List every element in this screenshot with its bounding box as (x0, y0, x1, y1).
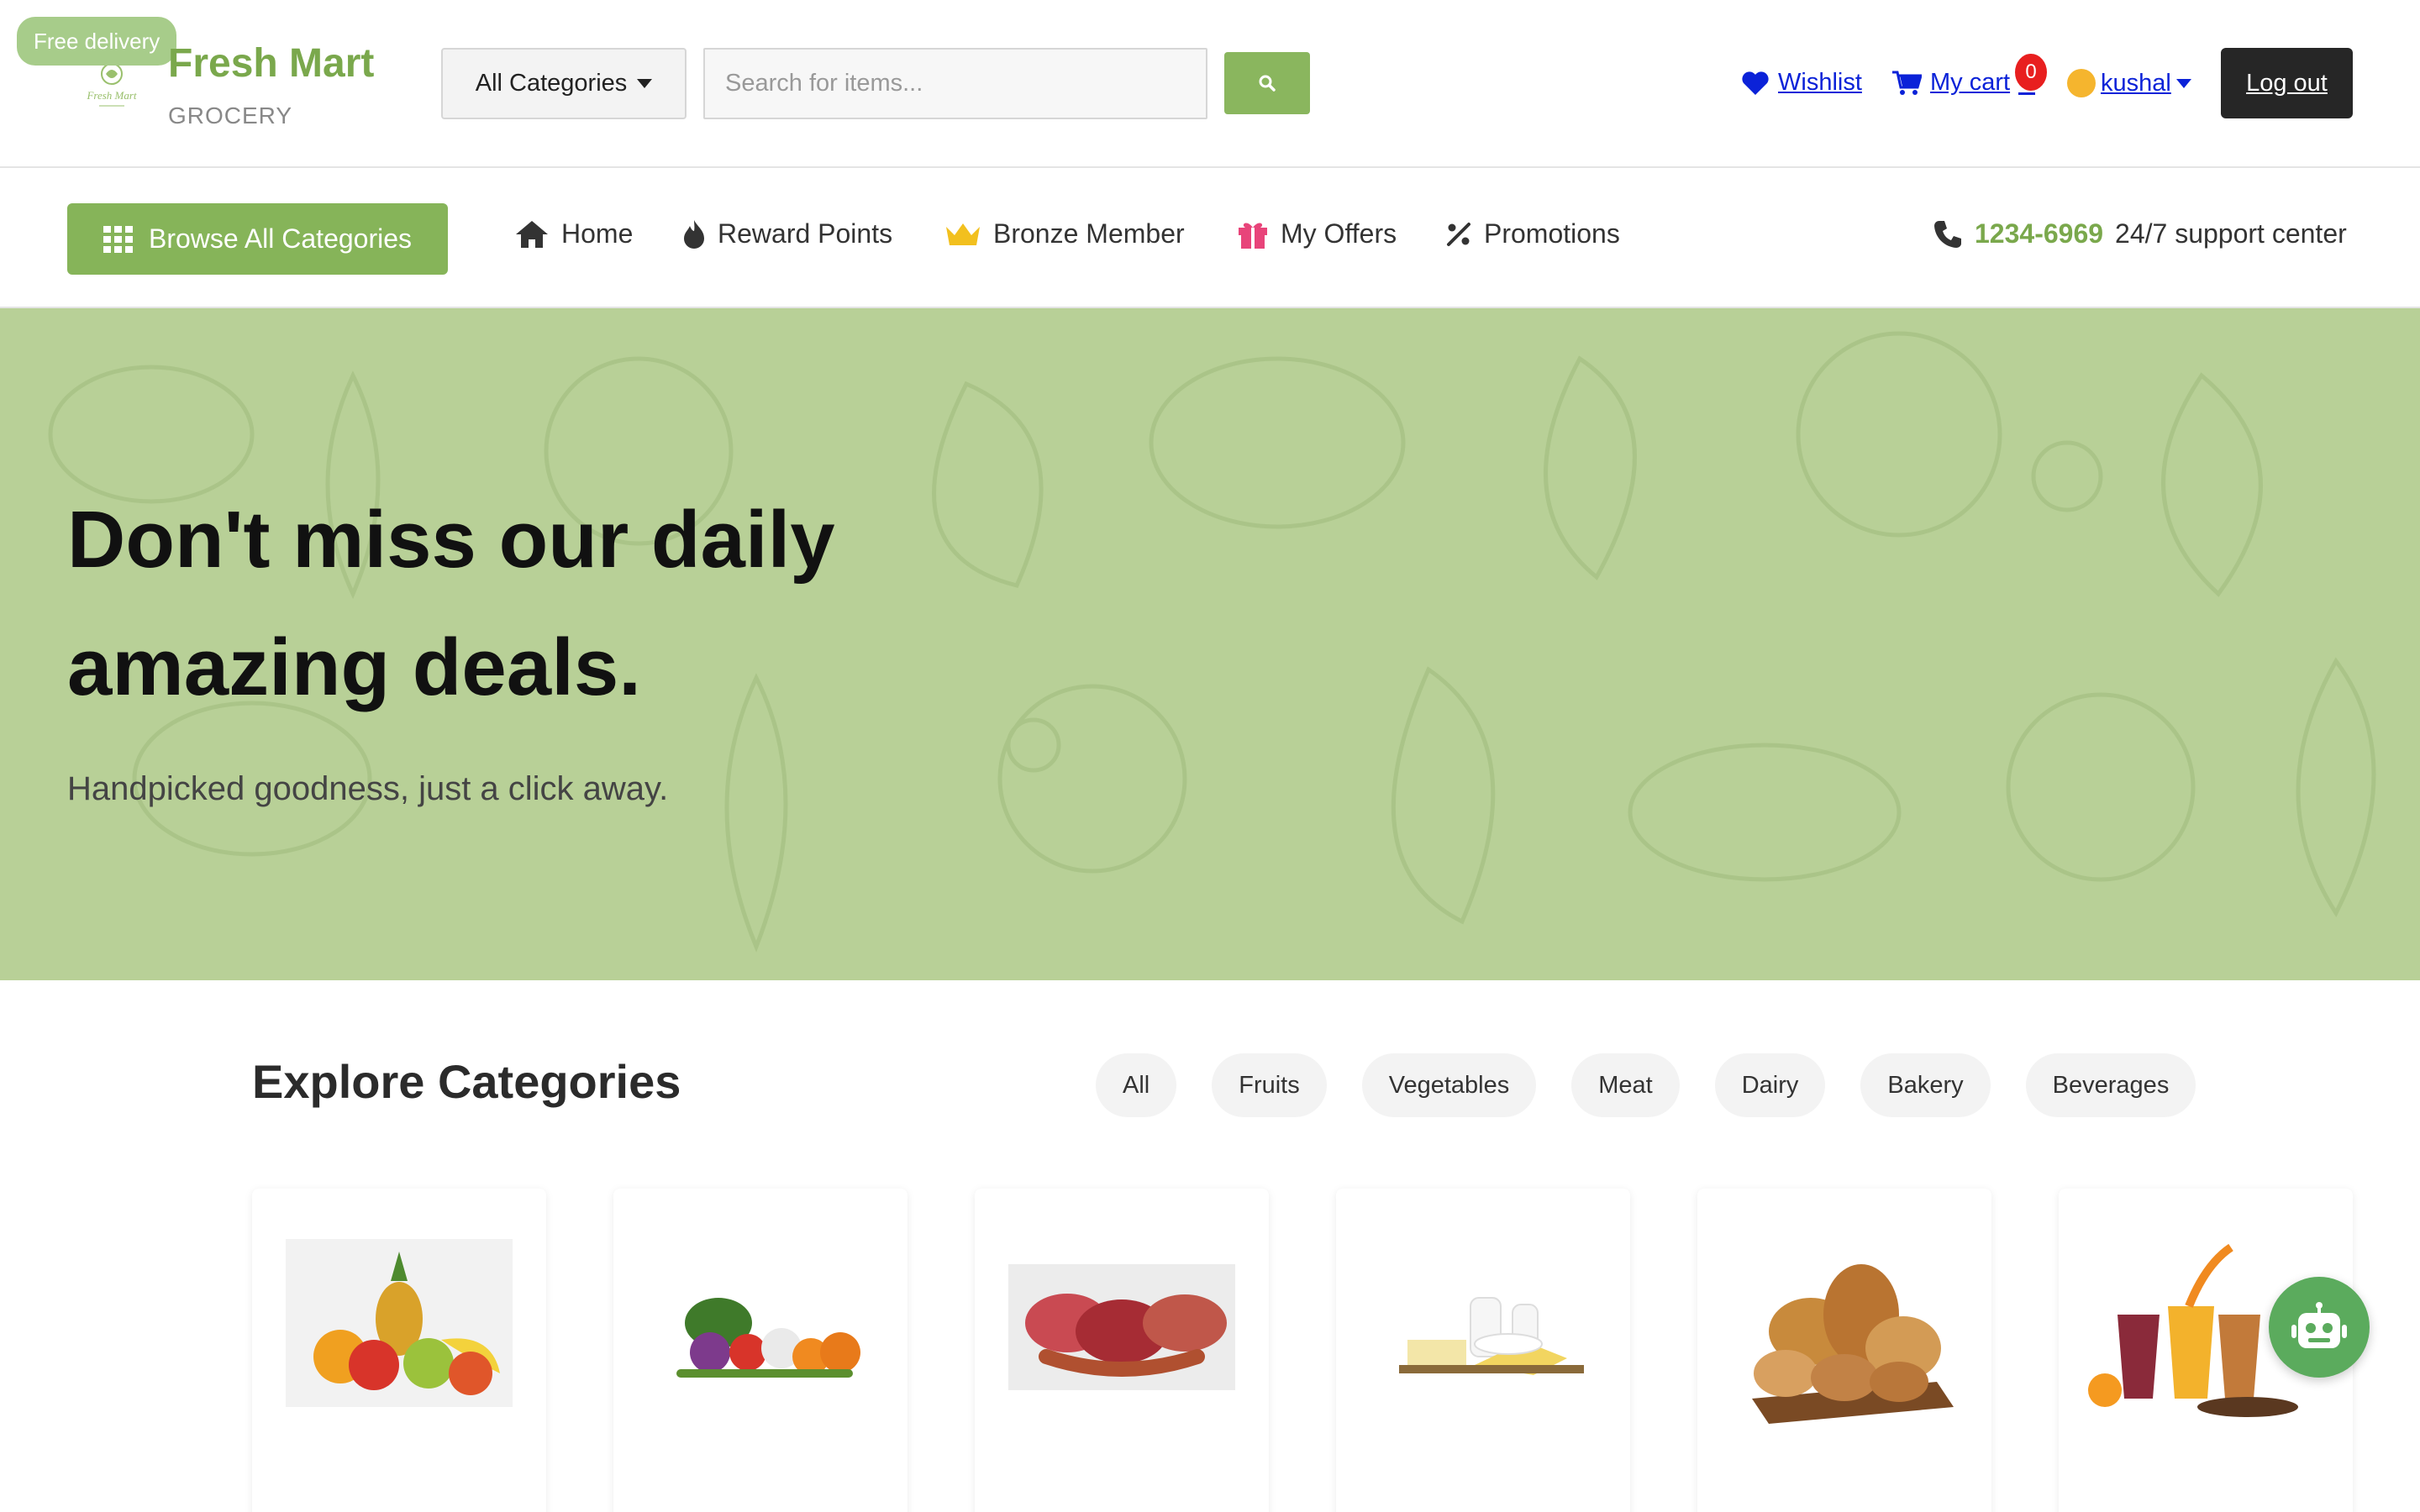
category-card-bakery[interactable] (1697, 1189, 1991, 1512)
robot-icon (2291, 1302, 2347, 1348)
chip-all[interactable]: All (1096, 1053, 1177, 1117)
chip-vegetables[interactable]: Vegetables (1361, 1053, 1537, 1117)
brand-name[interactable]: Fresh Mart (168, 40, 374, 87)
cart-count-badge: 0 (2015, 54, 2047, 91)
heart-icon (1742, 71, 1769, 95)
category-card-vegetables[interactable] (613, 1189, 908, 1512)
hero-subtitle: Handpicked goodness, just a click away. (67, 770, 669, 807)
nav-item-label: Promotions (1484, 218, 1620, 249)
fruits-image (286, 1239, 513, 1407)
nav-item-reward-points[interactable]: Reward Points (682, 218, 892, 249)
phone-icon (1934, 220, 1961, 248)
category-card-fruits[interactable] (252, 1189, 546, 1512)
wishlist-link[interactable]: Wishlist (1741, 69, 1862, 97)
chevron-down-icon (2175, 78, 2191, 88)
chip-bakery[interactable]: Bakery (1860, 1053, 1991, 1117)
user-menu[interactable]: kushal (2067, 69, 2191, 97)
chatbot-button[interactable] (2269, 1277, 2370, 1378)
user-avatar-icon (2067, 69, 2096, 97)
nav-item-my-offers[interactable]: My Offers (1237, 218, 1397, 249)
gift-icon (1239, 223, 1267, 249)
support-label: 24/7 support center (2115, 218, 2347, 249)
categories-title: Explore Categories (252, 1055, 681, 1108)
hero-banner: Don't miss our daily amazing deals. Hand… (0, 308, 2420, 980)
vegetables-image (676, 1298, 860, 1378)
category-select[interactable]: All Categories (441, 48, 687, 119)
support-phone[interactable]: 1234-6969 24/7 support center (1933, 218, 2347, 249)
category-card-meat[interactable] (975, 1189, 1269, 1512)
percent-icon (1447, 222, 1470, 246)
cart-link[interactable]: My cart (1891, 69, 2010, 97)
browse-categories-label: Browse All Categories (148, 223, 413, 254)
logout-button[interactable]: Log out (2221, 48, 2353, 118)
nav-item-label: My Offers (1281, 218, 1397, 249)
search-input[interactable] (703, 48, 1207, 119)
user-name: kushal (2101, 69, 2171, 97)
cart-underline (2018, 92, 2035, 95)
grid-icon (103, 225, 133, 253)
nav-item-label: Home (561, 218, 634, 249)
chip-beverages[interactable]: Beverages (2025, 1053, 2196, 1117)
crown-icon (946, 223, 980, 245)
flame-icon (684, 219, 704, 249)
meat-image (1008, 1264, 1235, 1390)
category-filter-chips: All Fruits Vegetables Meat Dairy Bakery … (1096, 1053, 2196, 1117)
logo-text: Fresh Mart (86, 89, 136, 102)
caret-down-icon (637, 79, 653, 88)
wishlist-label: Wishlist (1778, 69, 1862, 96)
category-cards (252, 1189, 2353, 1512)
category-card-dairy[interactable] (1336, 1189, 1630, 1512)
chip-fruits[interactable]: Fruits (1212, 1053, 1327, 1117)
nav-item-home[interactable]: Home (514, 218, 633, 249)
free-delivery-badge: Free delivery (17, 17, 177, 66)
search-button[interactable] (1224, 52, 1310, 114)
nav-item-bronze-member[interactable]: Bronze Member (944, 218, 1185, 249)
nav-item-promotions[interactable]: Promotions (1445, 218, 1620, 249)
top-header: Fresh Mart Free delivery Fresh Mart GROC… (0, 0, 2420, 168)
phone-number: 1234-6969 (1975, 218, 2104, 249)
home-icon (516, 220, 548, 248)
browse-categories-button[interactable]: Browse All Categories (67, 203, 448, 275)
nav-item-label: Reward Points (718, 218, 893, 249)
nav-item-label: Bronze Member (993, 218, 1185, 249)
logo-icon[interactable]: Fresh Mart (76, 59, 148, 111)
brand-subtitle: GROCERY (168, 102, 293, 129)
category-select-label: All Categories (475, 70, 628, 97)
cart-label: My cart (1930, 69, 2011, 96)
bakery-image (1752, 1264, 1954, 1424)
search-icon (1259, 75, 1276, 92)
chip-dairy[interactable]: Dairy (1714, 1053, 1826, 1117)
hero-title: Don't miss our daily amazing deals. (67, 495, 835, 712)
cart-icon (1892, 71, 1922, 95)
chip-meat[interactable]: Meat (1571, 1053, 1680, 1117)
nav-bar: Browse All Categories Home Reward Points… (0, 168, 2420, 308)
dairy-image (1399, 1297, 1584, 1375)
